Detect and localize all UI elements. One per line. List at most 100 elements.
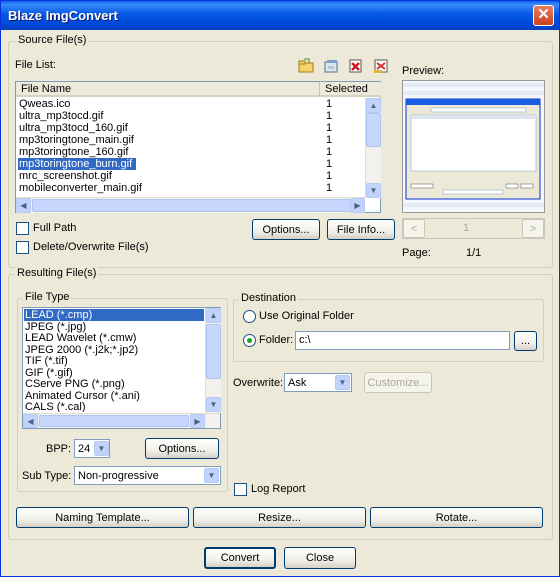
file-row-name[interactable]: ultra_mp3tocd.gif xyxy=(18,110,308,122)
convert-button[interactable]: Convert xyxy=(204,547,276,569)
file-type-hscrollbar[interactable]: ◀ ▶ xyxy=(23,413,220,428)
bpp-select[interactable]: 24 ▼ xyxy=(74,439,110,458)
overwrite-select[interactable]: Ask ▼ xyxy=(284,373,352,392)
file-row-selected-page: 1 xyxy=(326,122,333,134)
file-type-item[interactable]: CALS (*.cal) xyxy=(24,401,202,412)
file-type-item[interactable]: CServe PNG (*.png) xyxy=(24,378,202,390)
scroll-left-icon[interactable]: ◀ xyxy=(16,198,31,213)
add-folder-icon[interactable] xyxy=(295,56,315,74)
close-icon: ✕ xyxy=(537,6,550,23)
close-button[interactable]: Close xyxy=(284,547,356,569)
file-list-label: File List: xyxy=(15,59,56,71)
scroll-left-icon[interactable]: ◀ xyxy=(23,414,38,428)
full-path-label: Full Path xyxy=(33,222,77,234)
file-row-name[interactable]: mp3toringtone_main.gif xyxy=(18,134,308,146)
file-type-item[interactable]: LEAD Wavelet (*.cmw) xyxy=(24,332,202,344)
title-bar[interactable]: Blaze ImgConvert ✕ xyxy=(1,1,559,30)
subtype-value: Non-progressive xyxy=(78,470,159,482)
type-options-button[interactable]: Options... xyxy=(145,438,219,459)
add-files-icon[interactable] xyxy=(320,56,340,74)
column-header-file-name-label: File Name xyxy=(21,83,72,95)
hscroll-thumb[interactable] xyxy=(32,199,352,212)
file-info-button[interactable]: File Info... xyxy=(327,219,395,240)
customize-button[interactable]: Customize... xyxy=(364,372,432,393)
folder-radio[interactable] xyxy=(243,334,256,347)
remove-file-icon[interactable] xyxy=(345,56,365,74)
file-list-hscrollbar[interactable]: ◀ ▶ xyxy=(16,197,365,213)
file-list-vscrollbar[interactable]: ▲ ▼ xyxy=(365,98,381,198)
log-report-checkbox[interactable] xyxy=(234,483,247,496)
clear-list-icon[interactable] xyxy=(370,56,390,74)
file-type-item[interactable]: TIF (*.tif) xyxy=(24,355,202,367)
scroll-up-icon[interactable]: ▲ xyxy=(206,308,221,323)
browse-folder-button[interactable]: ... xyxy=(514,331,537,351)
file-rows: Qweas.ico 1 ultra_mp3tocd.gif 1 ultra_mp3toc… xyxy=(16,98,366,198)
file-row-selected-page: 1 xyxy=(326,134,333,146)
full-path-checkbox[interactable] xyxy=(16,222,29,235)
file-row-selected-page: 1 xyxy=(326,146,333,158)
file-row-selected-page: 1 xyxy=(326,158,333,170)
chevron-down-icon[interactable]: ▼ xyxy=(335,375,350,390)
subtype-select[interactable]: Non-progressive ▼ xyxy=(74,466,221,485)
file-type-vscrollbar[interactable]: ▲ ▼ xyxy=(205,308,221,413)
file-row-name[interactable]: Qweas.ico xyxy=(18,98,308,110)
scroll-thumb[interactable] xyxy=(366,113,381,147)
scroll-right-icon[interactable]: ▶ xyxy=(190,414,205,428)
naming-template-button[interactable]: Naming Template... xyxy=(16,507,189,528)
overwrite-value: Ask xyxy=(288,377,307,389)
file-type-item[interactable]: Animated Cursor (*.ani) xyxy=(24,390,202,402)
use-original-folder-radio[interactable] xyxy=(243,310,256,323)
file-type-item[interactable]: JPEG (*.jpg) xyxy=(24,321,202,333)
file-row-name[interactable]: mp3toringtone_160.gif xyxy=(18,146,308,158)
file-type-list[interactable]: LEAD (*.cmp) JPEG (*.jpg) LEAD Wavelet (*.… xyxy=(22,307,221,429)
bpp-value: 24 xyxy=(78,443,91,455)
file-row-name[interactable]: mrc_screenshot.gif xyxy=(18,170,308,182)
subtype-label: Sub Type: xyxy=(22,470,72,482)
preview-image xyxy=(402,80,545,213)
folder-input[interactable]: c:\ xyxy=(295,331,510,350)
file-list[interactable]: File Name Selected Pa Qweas.ico 1 ultra_mp… xyxy=(15,81,381,213)
scroll-thumb[interactable] xyxy=(206,324,221,379)
prev-page-button[interactable]: < xyxy=(403,219,425,238)
resize-button[interactable]: Resize... xyxy=(193,507,366,528)
file-type-rows: LEAD (*.cmp) JPEG (*.jpg) LEAD Wavelet (*.… xyxy=(23,308,205,412)
next-page-button[interactable]: > xyxy=(522,219,544,238)
preview-thumbnail-icon xyxy=(403,81,544,212)
page-number: 1 xyxy=(463,222,470,234)
chevron-left-icon: < xyxy=(410,222,418,235)
file-row-selected-page: 1 xyxy=(326,182,333,194)
scroll-up-icon[interactable]: ▲ xyxy=(366,98,381,113)
overwrite-label: Overwrite: xyxy=(233,377,284,389)
column-header-file-name[interactable]: File Name xyxy=(16,82,320,97)
use-original-folder-label: Use Original Folder xyxy=(259,310,354,322)
hscroll-thumb[interactable] xyxy=(39,415,189,427)
file-row-name[interactable]: mp3toringtone_burn.gif xyxy=(18,158,136,170)
file-row-name[interactable]: mobileconverter_main.gif xyxy=(18,182,308,194)
page-value: 1/1 xyxy=(466,247,482,259)
preview-label: Preview: xyxy=(402,65,445,77)
log-report-label: Log Report xyxy=(251,483,306,495)
window-title: Blaze ImgConvert xyxy=(8,8,118,23)
scroll-down-icon[interactable]: ▼ xyxy=(366,183,381,198)
file-row-selected-page: 1 xyxy=(326,110,333,122)
file-row-selected-page: 1 xyxy=(326,170,333,182)
chevron-down-icon[interactable]: ▼ xyxy=(204,468,219,483)
file-row-name[interactable]: ultra_mp3tocd_160.gif xyxy=(18,122,308,134)
scroll-down-icon[interactable]: ▼ xyxy=(206,397,221,412)
file-type-item[interactable]: GIF (*.gif) xyxy=(24,367,202,379)
rotate-button[interactable]: Rotate... xyxy=(370,507,543,528)
file-type-item[interactable]: LEAD (*.cmp) xyxy=(24,309,204,321)
page-label: Page: xyxy=(402,247,431,259)
scroll-right-icon[interactable]: ▶ xyxy=(350,198,365,213)
column-header-selected-page[interactable]: Selected Pa xyxy=(320,82,381,97)
chevron-right-icon: > xyxy=(529,222,537,235)
delete-overwrite-label: Delete/Overwrite File(s) xyxy=(33,241,149,253)
folder-value: c:\ xyxy=(299,334,311,346)
source-files-group-label: Source File(s) xyxy=(16,34,89,46)
file-row-selected-page: 1 xyxy=(326,98,333,110)
delete-overwrite-checkbox[interactable] xyxy=(16,241,29,254)
chevron-down-icon[interactable]: ▼ xyxy=(94,441,109,456)
source-options-button[interactable]: Options... xyxy=(252,219,320,240)
file-type-item[interactable]: JPEG 2000 (*.j2k;*.jp2) xyxy=(24,344,202,356)
close-window-button[interactable]: ✕ xyxy=(533,5,554,26)
